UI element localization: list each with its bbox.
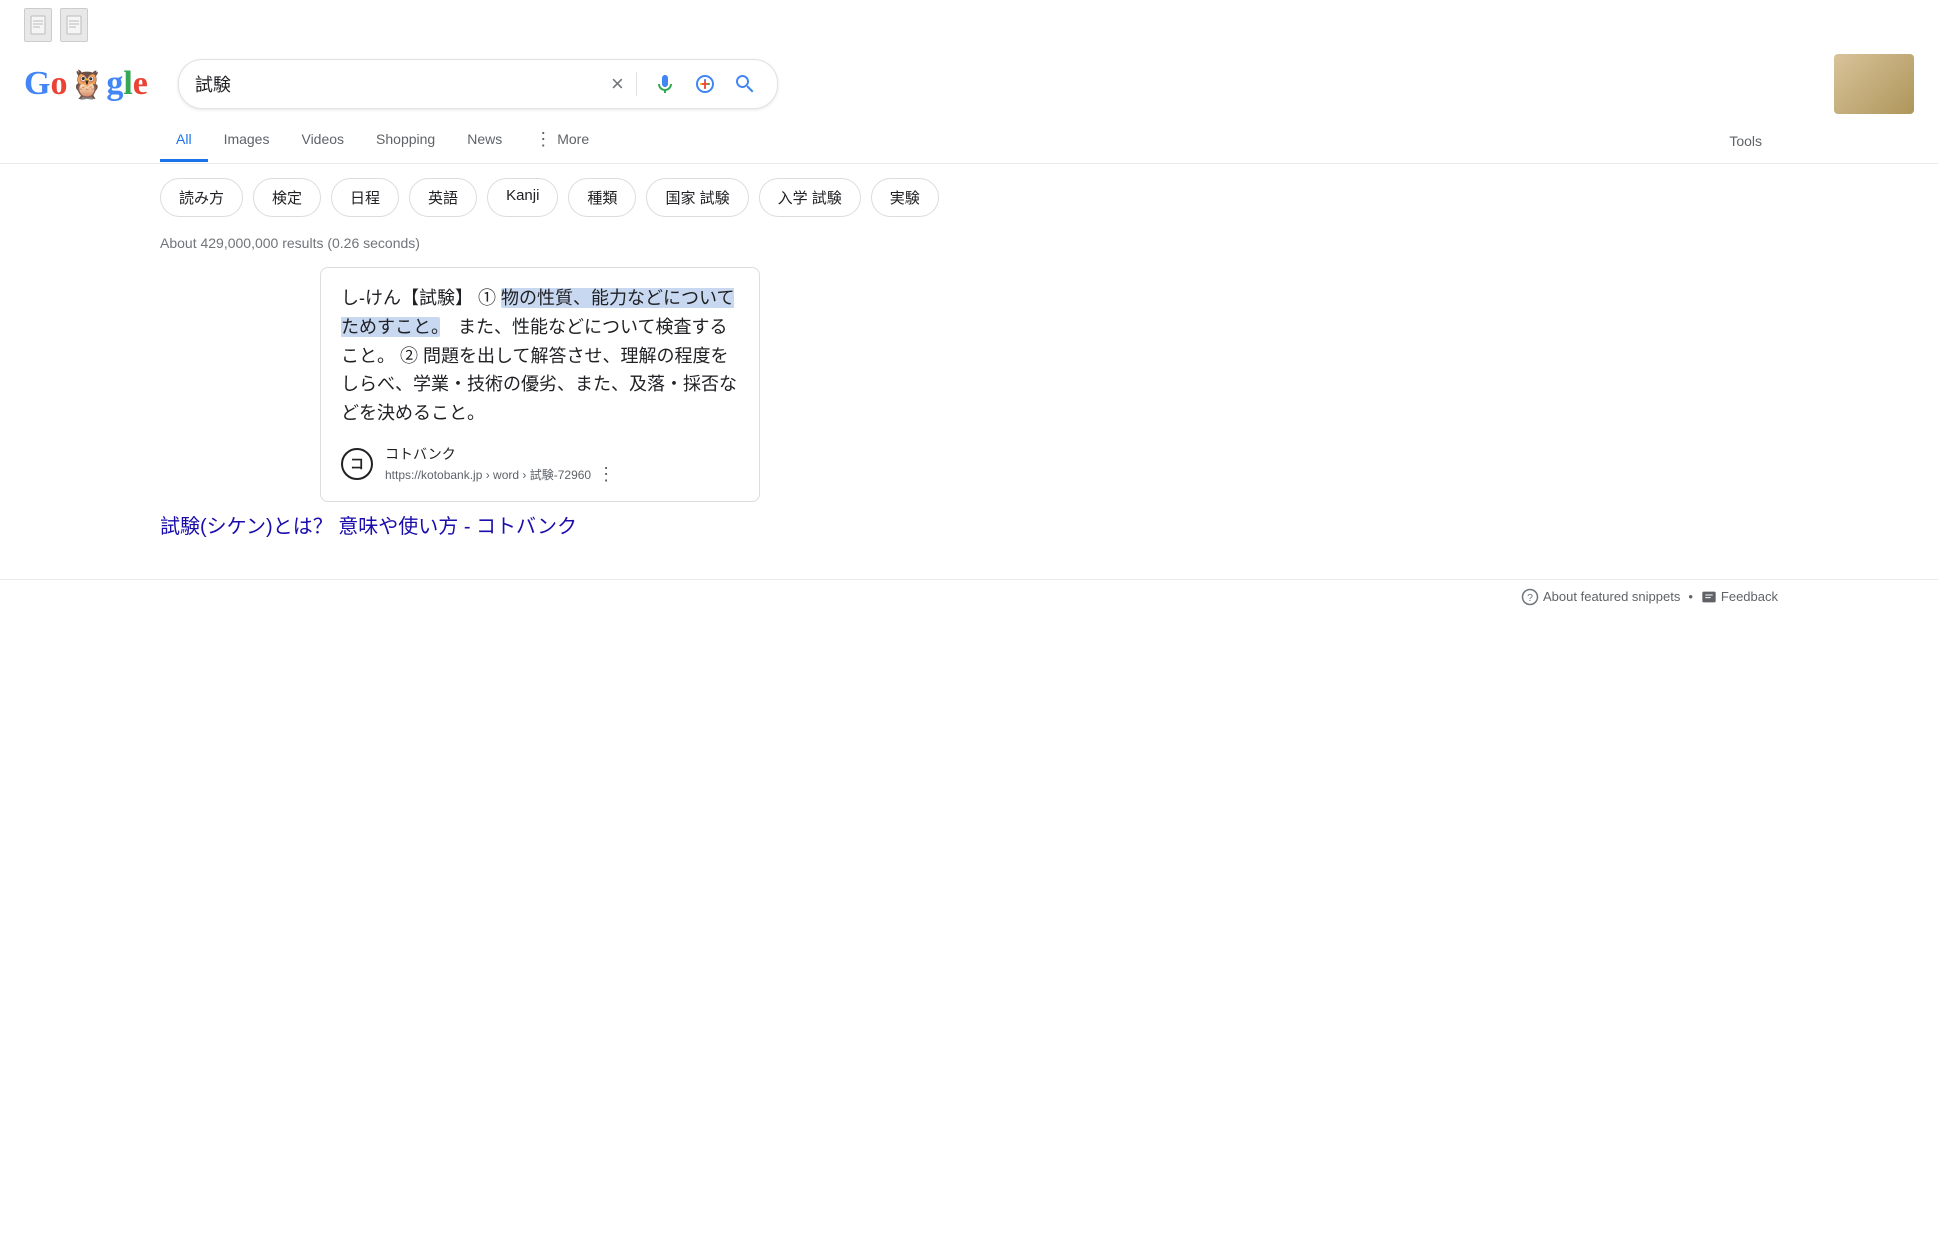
search-input[interactable]: 試験 [195,74,603,95]
nav-bar: All Images Videos Shopping News ⋮ More T… [0,118,1938,164]
logo-e: e [133,65,148,103]
nav-tools[interactable]: Tools [1713,121,1778,161]
featured-snippet-container: し‐けん【試験】 ① 物の性質、能力などについてためすこと。 また、性能などにつ… [160,267,920,502]
source-row: コ コトバンク https://kotobank.jp › word › 試験-… [341,444,739,485]
chips-row: 読み方 検定 日程 英語 Kanji 種類 国家 試験 入学 試験 実験 [0,164,1938,231]
chip-nittei[interactable]: 日程 [331,178,399,217]
info-circle-icon: ? [1521,588,1539,606]
voice-search-button[interactable] [649,68,681,100]
chip-eigo[interactable]: 英語 [409,178,477,217]
logo-l: l [123,65,132,103]
search-submit-button[interactable] [729,68,761,100]
svg-text:?: ? [1527,592,1533,604]
results-count: About 429,000,000 results (0.26 seconds) [0,231,1938,267]
result-title-link[interactable]: 試験(シケン)とは？ 意味や使い方 - コトバンク [160,510,900,539]
chip-kentei[interactable]: 検定 [253,178,321,217]
chip-jikken[interactable]: 実験 [871,178,939,217]
featured-snippet: し‐けん【試験】 ① 物の性質、能力などについてためすこと。 また、性能などにつ… [320,267,760,502]
chip-nyugaku[interactable]: 入学 試験 [759,178,861,217]
source-menu-dots[interactable]: ⋮ [597,464,615,485]
nav-more[interactable]: ⋮ More [518,118,605,163]
clear-button[interactable]: × [611,71,624,97]
source-favicon: コ [341,448,373,480]
source-url: https://kotobank.jp › word › 試験-72960 ⋮ [385,464,615,485]
nav-images[interactable]: Images [208,119,286,162]
document-icon-2 [60,8,88,42]
feedback-icon [1701,589,1717,605]
document-icon-1 [24,8,52,42]
snippet-text-part1: し‐けん【試験】 ① [341,288,501,308]
chip-kokka[interactable]: 国家 試験 [646,178,748,217]
nav-shopping[interactable]: Shopping [360,119,451,162]
logo-g2: g [106,65,123,103]
search-divider [636,72,637,96]
source-info: コトバンク https://kotobank.jp › word › 試験-72… [385,444,615,485]
nav-videos[interactable]: Videos [285,119,360,162]
feedback-button[interactable]: Feedback [1701,589,1778,605]
snippet-text: し‐けん【試験】 ① 物の性質、能力などについてためすこと。 また、性能などにつ… [341,284,739,428]
more-dots-icon: ⋮ [534,130,553,148]
header: G o 🦉 g l e 試験 × [0,42,1938,114]
source-name[interactable]: コトバンク [385,444,615,464]
google-logo[interactable]: G o 🦉 g l e [24,65,148,103]
logo-o1: o [50,65,67,103]
search-box: 試験 × [178,59,778,109]
about-snippets-label: About featured snippets [1543,589,1680,604]
nav-all[interactable]: All [160,119,208,162]
chip-yomikata[interactable]: 読み方 [160,178,243,217]
header-image-area [1834,54,1914,114]
logo-g: G [24,65,50,103]
logo-doodle-icon: 🦉 [69,68,104,101]
chip-kanji[interactable]: Kanji [487,178,558,217]
feedback-label: Feedback [1721,589,1778,604]
snippet-footer: ? About featured snippets • Feedback [0,579,1938,606]
nav-news[interactable]: News [451,119,518,162]
about-featured-snippets[interactable]: ? About featured snippets [1521,588,1680,606]
lens-search-button[interactable] [689,68,721,100]
footer-separator: • [1688,589,1693,604]
chip-shurui[interactable]: 種類 [568,178,636,217]
